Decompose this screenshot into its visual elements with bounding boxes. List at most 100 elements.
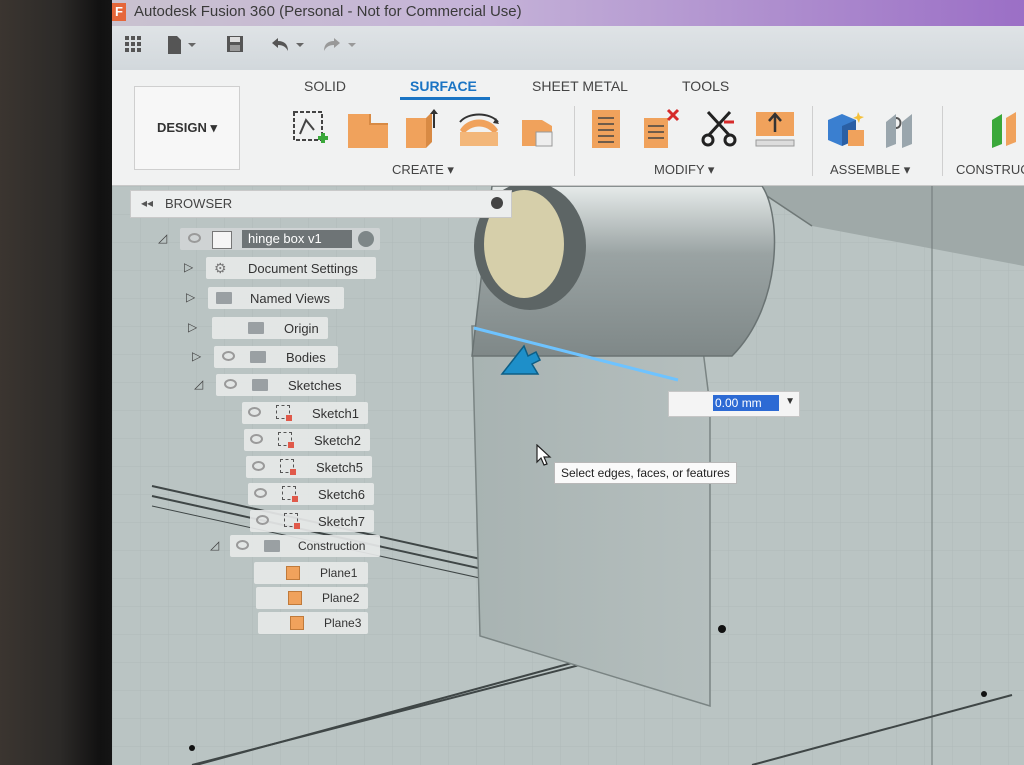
expand-triangle-icon[interactable]: ▷: [186, 290, 195, 304]
node-label: Sketch6: [318, 487, 365, 502]
browser-sketch2[interactable]: Sketch2: [244, 429, 370, 451]
expand-triangle-icon[interactable]: ◿: [158, 231, 167, 245]
node-label: Bodies: [286, 350, 326, 365]
thicken-icon[interactable]: [754, 108, 795, 150]
active-check-icon: [358, 231, 374, 247]
visibility-eye-icon[interactable]: [254, 488, 267, 498]
node-label: Sketch7: [318, 514, 365, 529]
workspace-selector[interactable]: DESIGN ▾: [134, 86, 240, 170]
window-title: Autodesk Fusion 360 (Personal - Not for …: [134, 3, 522, 20]
browser-sketch7[interactable]: Sketch7: [250, 510, 374, 532]
chevron-down-icon[interactable]: ▼: [785, 396, 795, 407]
pin-icon[interactable]: [491, 197, 503, 209]
ribbon: DESIGN ▾ SOLID SURFACE SHEET METAL TOOLS…: [112, 70, 1024, 186]
create-sketch-icon[interactable]: [290, 108, 330, 150]
browser-plane1[interactable]: Plane1: [254, 562, 368, 584]
visibility-eye-icon[interactable]: [224, 379, 237, 389]
browser-plane3[interactable]: Plane3: [258, 612, 368, 634]
visibility-eye-icon[interactable]: [188, 233, 201, 243]
browser-sketch6[interactable]: Sketch6: [248, 483, 374, 505]
divider: [812, 106, 813, 176]
collapse-triangle-icon[interactable]: ◿: [194, 377, 203, 391]
joint-icon[interactable]: [882, 108, 922, 150]
browser-named-views[interactable]: Named Views: [208, 287, 344, 309]
sketch-icon: [280, 459, 296, 475]
save-icon[interactable]: [226, 35, 244, 61]
loft-icon[interactable]: [516, 108, 556, 150]
expand-triangle-icon[interactable]: ▷: [192, 349, 201, 363]
browser-sketches[interactable]: Sketches: [216, 374, 356, 396]
trim-scissors-icon[interactable]: [700, 108, 740, 150]
revolve-icon[interactable]: [456, 108, 499, 150]
extrude-icon[interactable]: [346, 108, 388, 150]
offset-plane-icon[interactable]: [990, 108, 1024, 150]
selection-tooltip: Select edges, faces, or features: [554, 462, 737, 484]
dimension-input[interactable]: [713, 395, 779, 411]
title-bar: F Autodesk Fusion 360 (Personal - Not fo…: [112, 0, 1024, 26]
tab-surface[interactable]: SURFACE: [410, 78, 477, 94]
tab-sheet-metal[interactable]: SHEET METAL: [532, 78, 628, 94]
node-label: Sketch2: [314, 433, 361, 448]
browser-construction[interactable]: Construction: [230, 535, 380, 557]
fusion-logo-icon: F: [112, 3, 126, 21]
sketch-icon: [284, 513, 300, 529]
visibility-eye-icon[interactable]: [248, 407, 261, 417]
sketch-icon: [282, 486, 298, 502]
file-menu-icon[interactable]: [166, 35, 196, 61]
browser-panel-header[interactable]: ◂◂ BROWSER: [130, 190, 512, 218]
node-label: Sketch1: [312, 406, 359, 421]
divider: [942, 106, 943, 176]
visibility-eye-icon[interactable]: [222, 351, 235, 361]
browser-origin[interactable]: Origin: [212, 317, 328, 339]
folder-icon: [264, 540, 280, 552]
mouse-cursor-icon: [536, 444, 552, 466]
delete-face-icon[interactable]: [640, 108, 680, 150]
root-label: hinge box v1: [242, 230, 352, 248]
construct-menu[interactable]: CONSTRUC: [956, 162, 1024, 177]
modify-menu[interactable]: MODIFY ▾: [654, 162, 714, 178]
browser-document-settings[interactable]: ⚙ Document Settings: [206, 257, 376, 279]
expand-triangle-icon[interactable]: ▷: [184, 260, 193, 274]
collapse-triangle-icon[interactable]: ◿: [210, 538, 219, 552]
app-grid-icon[interactable]: [124, 35, 142, 61]
collapse-arrows-icon[interactable]: ◂◂: [141, 196, 153, 210]
quick-access-toolbar: [112, 26, 1024, 70]
browser-title: BROWSER: [165, 196, 233, 211]
node-label: Construction: [298, 539, 366, 553]
browser-sketch5[interactable]: Sketch5: [246, 456, 372, 478]
folder-icon: [248, 322, 264, 334]
node-label: Plane2: [322, 591, 360, 605]
create-menu[interactable]: CREATE ▾: [392, 162, 454, 178]
plane-icon: [288, 591, 302, 605]
tab-tools[interactable]: TOOLS: [682, 78, 729, 94]
redo-icon[interactable]: [320, 35, 360, 61]
press-pull-icon[interactable]: [586, 108, 626, 150]
visibility-eye-icon[interactable]: [252, 461, 265, 471]
visibility-eye-icon[interactable]: [256, 515, 269, 525]
plane-icon: [290, 616, 304, 630]
extrude-up-icon[interactable]: [402, 108, 442, 150]
tab-solid[interactable]: SOLID: [304, 78, 346, 94]
browser-root-node[interactable]: hinge box v1: [180, 228, 380, 250]
gear-icon: ⚙: [214, 260, 227, 276]
node-label: Sketches: [288, 378, 342, 393]
plane-icon: [286, 566, 300, 580]
node-label: Document Settings: [248, 261, 358, 276]
node-label: Sketch5: [316, 460, 363, 475]
assemble-menu[interactable]: ASSEMBLE ▾: [830, 162, 910, 178]
component-icon: [212, 231, 232, 249]
folder-icon: [216, 292, 232, 304]
sketch-icon: [278, 432, 294, 448]
active-tab-indicator: [400, 97, 490, 100]
new-component-icon[interactable]: [824, 108, 864, 150]
node-label: Named Views: [250, 291, 330, 306]
visibility-eye-icon[interactable]: [236, 540, 249, 550]
visibility-eye-icon[interactable]: [250, 434, 263, 444]
browser-bodies[interactable]: Bodies: [214, 346, 338, 368]
undo-icon[interactable]: [268, 35, 308, 61]
node-label: Origin: [284, 321, 319, 336]
browser-sketch1[interactable]: Sketch1: [242, 402, 368, 424]
expand-triangle-icon[interactable]: ▷: [188, 320, 197, 334]
folder-icon: [250, 351, 266, 363]
browser-plane2[interactable]: Plane2: [256, 587, 368, 609]
